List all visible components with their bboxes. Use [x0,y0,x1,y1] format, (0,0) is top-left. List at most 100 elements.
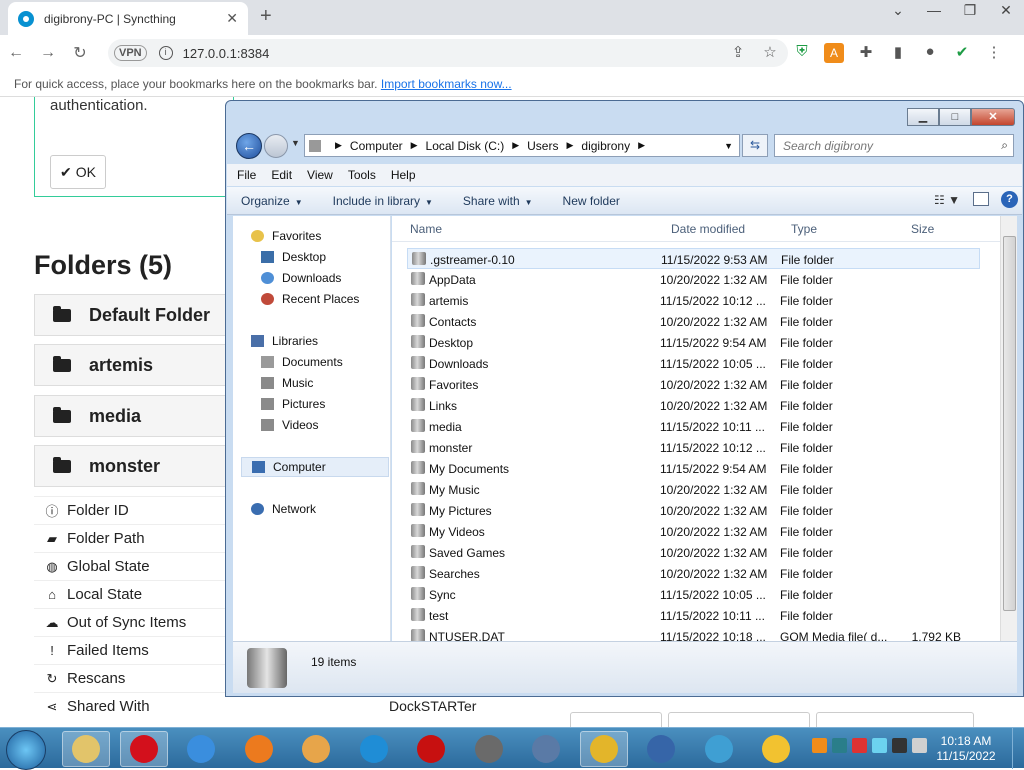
column-size[interactable]: Size [911,222,934,236]
breadcrumb-local-disk[interactable]: Local Disk (C:) [426,139,505,153]
file-row[interactable]: artemis 11/15/2022 10:12 ... File folder [407,290,980,311]
taskbar-app-button[interactable] [292,731,340,767]
file-row[interactable]: test 11/15/2022 10:11 ... File folder [407,605,980,626]
import-bookmarks-link[interactable]: Import bookmarks now... [381,77,512,91]
new-folder-button[interactable]: New folder [563,194,620,208]
vpn-badge[interactable]: VPN [114,45,147,61]
file-row[interactable]: Searches 10/20/2022 1:32 AM File folder [407,563,980,584]
display-tray-icon[interactable] [872,738,887,753]
file-row[interactable]: My Pictures 10/20/2022 1:32 AM File folder [407,500,980,521]
taskbar-app-button[interactable] [752,731,800,767]
breadcrumb-users[interactable]: Users [527,139,558,153]
taskbar-app-button[interactable] [465,731,513,767]
taskbar-app-button[interactable] [350,731,398,767]
folder-panel-media[interactable]: media [34,395,234,437]
organize-button[interactable]: Organize ▼ [241,194,303,208]
taskbar-app-button[interactable] [695,731,743,767]
explorer-search-input[interactable]: Search digibrony ⌕ [774,134,1014,157]
extensions-puzzle-icon[interactable]: ✚ [856,43,876,63]
flag-tray-icon[interactable] [852,738,867,753]
file-row[interactable]: monster 11/15/2022 10:12 ... File folder [407,437,980,458]
help-icon[interactable]: ? [1001,191,1018,208]
nav-libraries[interactable]: Libraries [251,331,409,351]
column-date-modified[interactable]: Date modified [671,222,745,236]
file-row[interactable]: My Videos 10/20/2022 1:32 AM File folder [407,521,980,542]
nav-network[interactable]: Network [251,499,409,519]
breadcrumb-arrow-icon[interactable]: ▶ [566,140,573,151]
site-info-icon[interactable]: i [158,46,173,60]
clock[interactable]: 10:18 AM 11/15/2022 [930,734,1002,764]
share-icon[interactable]: ⇪ [728,43,748,63]
eye-tray-icon[interactable] [832,738,847,753]
explorer-maximize-button[interactable]: □ [939,108,971,126]
new-tab-button[interactable]: + [260,5,272,28]
show-desktop-button[interactable] [1012,728,1024,769]
nav-favorites[interactable]: Favorites [251,226,409,246]
taskbar-app-button[interactable] [637,731,685,767]
forward-button[interactable] [264,134,288,158]
menu-tools[interactable]: Tools [348,168,376,182]
extension-shield-icon[interactable]: ⛨ [792,43,812,63]
ok-button[interactable]: ✔ OK [50,155,106,189]
file-row[interactable]: Desktop 11/15/2022 9:54 AM File folder [407,332,980,353]
explorer-address-bar[interactable]: ▶ Computer ▶ Local Disk (C:) ▶ Users ▶ d… [304,134,740,157]
taskbar-app-button[interactable] [235,731,283,767]
file-row[interactable]: My Documents 11/15/2022 9:54 AM File folde… [407,458,980,479]
pause-all-button[interactable] [570,712,662,727]
file-row[interactable]: Links 10/20/2022 1:32 AM File folder [407,395,980,416]
start-button[interactable] [6,730,46,770]
add-remote-device-button[interactable] [816,712,974,727]
network-tray-icon[interactable] [892,738,907,753]
tab-search-icon[interactable]: ⌄ [880,0,916,19]
taskbar-app-button[interactable] [177,731,225,767]
address-dropdown-icon[interactable]: ▼ [724,141,733,151]
breadcrumb-arrow-icon[interactable]: ▶ [411,140,418,151]
bookmark-star-icon[interactable]: ☆ [760,43,780,63]
vlc-tray-icon[interactable] [812,738,827,753]
tab-close-icon[interactable]: ✕ [226,10,238,27]
close-window-button[interactable]: ✕ [988,0,1024,19]
browser-tab[interactable]: digibrony-PC | Syncthing ✕ [8,2,248,35]
folder-panel-artemis[interactable]: artemis [34,344,234,386]
forward-arrow-icon[interactable]: → [32,44,64,62]
taskbar-app-button[interactable] [407,731,455,767]
file-row[interactable]: media 11/15/2022 10:11 ... File folder [407,416,980,437]
taskbar-app-button[interactable] [119,731,168,767]
menu-help[interactable]: Help [391,168,416,182]
column-type[interactable]: Type [791,222,817,236]
menu-dots-icon[interactable]: ⋮ [984,43,1004,63]
file-row[interactable]: AppData 10/20/2022 1:32 AM File folder [407,269,980,290]
url-text[interactable]: 127.0.0.1:8384 [183,46,270,61]
menu-edit[interactable]: Edit [271,168,292,182]
file-row[interactable]: Saved Games 10/20/2022 1:32 AM File folder [407,542,980,563]
change-view-icon[interactable]: ☷ ▼ [934,193,960,207]
breadcrumb-arrow-icon[interactable]: ▶ [335,140,342,151]
file-row[interactable]: Contacts 10/20/2022 1:32 AM File folder [407,311,980,332]
file-row[interactable]: Favorites 10/20/2022 1:32 AM File folder [407,374,980,395]
taskbar-app-button[interactable] [579,731,628,767]
taskbar-app-button[interactable] [62,731,110,767]
taskbar-app-button[interactable] [522,731,570,767]
explorer-close-button[interactable]: ✕ [971,108,1015,126]
file-row[interactable]: My Music 10/20/2022 1:32 AM File folder [407,479,980,500]
include-in-library-button[interactable]: Include in library ▼ [333,194,433,208]
preview-pane-icon[interactable] [973,192,989,206]
minimize-button[interactable]: — [916,0,952,19]
volume-tray-icon[interactable] [912,738,927,753]
breadcrumb-digibrony[interactable]: digibrony [581,139,630,153]
back-button[interactable]: ← [236,133,262,159]
share-with-button[interactable]: Share with ▼ [463,194,533,208]
search-icon[interactable]: ⌕ [1001,138,1008,153]
breadcrumb-arrow-icon[interactable]: ▶ [638,140,645,151]
side-panel-icon[interactable]: ▮ [888,43,908,63]
folder-panel-monster[interactable]: monster [34,445,234,487]
explorer-minimize-button[interactable]: ▁ [907,108,939,126]
recent-changes-button[interactable] [668,712,810,727]
column-name[interactable]: Name [410,222,442,236]
address-bar[interactable]: VPN i 127.0.0.1:8384 [108,39,788,67]
reload-icon[interactable]: ↻ [64,43,96,63]
vertical-scrollbar[interactable] [1000,216,1017,641]
profile-avatar-icon[interactable]: ● [920,43,940,63]
breadcrumb-arrow-icon[interactable]: ▶ [512,140,519,151]
file-row[interactable]: Downloads 11/15/2022 10:05 ... File folder [407,353,980,374]
